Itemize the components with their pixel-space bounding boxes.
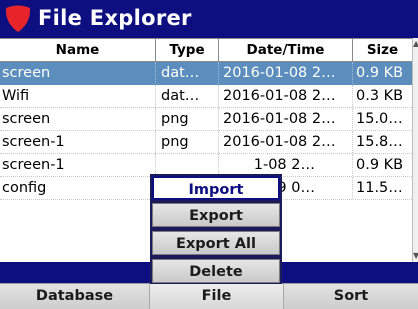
cell-type: dat… bbox=[156, 85, 219, 107]
vertical-scrollbar[interactable]: ▲ ▼ bbox=[412, 38, 418, 262]
red-shield-icon bbox=[5, 5, 31, 32]
cell-type: dat… bbox=[156, 62, 219, 84]
cell-size: 0.3 KB bbox=[356, 88, 404, 104]
file-softkey[interactable]: File bbox=[150, 284, 284, 309]
column-header-datetime[interactable]: Date/Time bbox=[219, 39, 353, 61]
scroll-down-icon[interactable]: ▼ bbox=[413, 250, 418, 262]
cell-size: 15.8… bbox=[356, 134, 403, 150]
cell-size: 15.0… bbox=[356, 111, 403, 127]
scroll-up-icon[interactable]: ▲ bbox=[413, 38, 418, 50]
app-title: File Explorer bbox=[38, 6, 192, 30]
table-row[interactable]: Wifi dat… 2016-01-08 2… 0.3 KB bbox=[0, 85, 412, 108]
cell-size: 11.5… bbox=[356, 180, 403, 196]
cell-name: screen bbox=[0, 62, 156, 84]
cell-datetime: 2016-01-08 2… bbox=[219, 62, 353, 84]
file-explorer-window: File Explorer Name Type Date/Time Size s… bbox=[0, 0, 418, 309]
table-row[interactable]: screen dat… 2016-01-08 2… 0.9 KB bbox=[0, 62, 412, 85]
column-header-name[interactable]: Name bbox=[0, 39, 156, 61]
import-menu-item[interactable]: Import bbox=[152, 176, 280, 200]
softkey-bar: Database File Sort bbox=[0, 283, 418, 309]
database-softkey[interactable]: Database bbox=[0, 284, 150, 309]
cell-type: png bbox=[156, 131, 219, 153]
cell-size: 0.9 KB bbox=[356, 157, 404, 173]
table-header: Name Type Date/Time Size bbox=[0, 38, 412, 62]
cell-datetime: 2016-01-08 2… bbox=[219, 85, 353, 107]
cell-datetime: 2016-01-08 2… bbox=[219, 131, 353, 153]
column-header-size[interactable]: Size bbox=[353, 39, 412, 61]
cell-name: config bbox=[0, 177, 156, 199]
title-bar: File Explorer bbox=[0, 0, 418, 38]
column-header-type[interactable]: Type bbox=[156, 39, 219, 61]
cell-name: Wifi bbox=[0, 85, 156, 107]
export-all-menu-item[interactable]: Export All bbox=[152, 231, 280, 255]
cell-name: screen-1 bbox=[0, 154, 156, 176]
cell-datetime: 1-08 2… bbox=[219, 154, 353, 176]
cell-type: png bbox=[156, 108, 219, 130]
sort-softkey[interactable]: Sort bbox=[284, 284, 418, 309]
cell-datetime: 2016-01-08 2… bbox=[219, 108, 353, 130]
cell-name: screen-1 bbox=[0, 131, 156, 153]
file-popup-menu: Import Export Export All Delete bbox=[150, 174, 282, 284]
cell-size: 0.9 KB bbox=[356, 65, 404, 81]
table-row[interactable]: screen png 2016-01-08 2… 15.0… bbox=[0, 108, 412, 131]
delete-menu-item[interactable]: Delete bbox=[152, 259, 280, 283]
table-row[interactable]: screen-1 png 2016-01-08 2… 15.8… bbox=[0, 131, 412, 154]
cell-name: screen bbox=[0, 108, 156, 130]
cell-type bbox=[156, 154, 219, 176]
export-menu-item[interactable]: Export bbox=[152, 203, 280, 227]
